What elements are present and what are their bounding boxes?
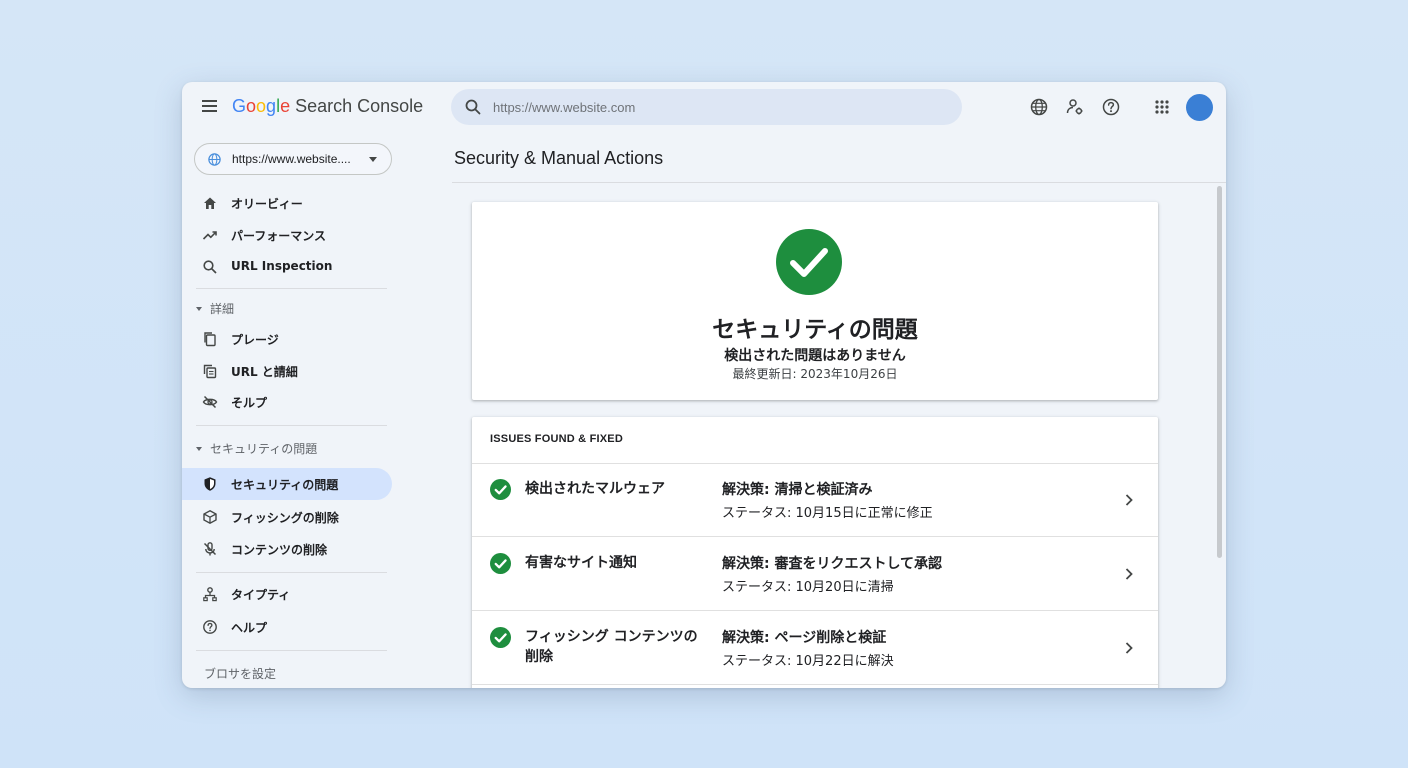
sidebar-divider (196, 572, 387, 573)
chevron-right-icon (1125, 568, 1133, 580)
section-title: セキュリティの問題 (210, 442, 318, 456)
issue-resolution: 解決策: 清掃と検証済み (722, 482, 873, 498)
hidden-icon (202, 395, 218, 409)
title-divider (452, 182, 1226, 183)
logo-letter: o (256, 96, 267, 116)
search-icon (203, 260, 217, 274)
trending-icon (202, 231, 217, 240)
shield-icon (204, 477, 216, 491)
chevron-right-icon (1125, 642, 1133, 654)
collapse-triangle-icon (196, 306, 202, 311)
main-menu-button[interactable] (200, 97, 220, 117)
app-window: Google Search Console https://www.websit… (182, 82, 1226, 688)
nav-item-type[interactable]: タイプティ (182, 578, 392, 610)
nav-item-pages[interactable]: プレージ (182, 323, 392, 355)
dropdown-caret-icon (369, 157, 377, 162)
nav-item-label: プレージ (231, 333, 279, 347)
page-title: Security & Manual Actions (454, 148, 664, 168)
nav-item-phishing-removal[interactable]: フィッシングの削除 (182, 501, 392, 533)
issue-resolution: 解決策: ページ削除と検証 (722, 630, 887, 646)
nav-item-label: コンテンツの削除 (231, 543, 328, 557)
hamburger-icon (202, 100, 217, 102)
status-subtitle: 検出された問題はありません (724, 348, 906, 364)
issues-card: ISSUES FOUND & FIXED 検出されたマルウェア 解決策: 清掃と… (472, 417, 1158, 688)
check-circle-icon (776, 229, 842, 295)
property-label: https://www.website.... (232, 152, 351, 166)
nav-item-url-details[interactable]: URL と請細 (182, 355, 392, 387)
globe-icon[interactable] (1029, 97, 1049, 117)
help-icon (203, 620, 217, 634)
sidebar-divider (196, 425, 387, 426)
logo-letter: e (280, 96, 291, 116)
mic-off-icon (203, 542, 217, 556)
check-circle-icon (490, 553, 511, 574)
issue-name: 有害なサイト通知 (525, 555, 637, 571)
search-icon (465, 99, 481, 115)
product-logo[interactable]: Google Search Console (232, 96, 423, 117)
nav-item-help[interactable]: ヘルプ (182, 611, 392, 643)
url-copy-icon (203, 364, 217, 379)
apps-grid-icon[interactable] (1152, 97, 1172, 117)
top-app-bar: Google Search Console (182, 82, 1226, 134)
issue-row[interactable]: 有害なサイト通知 解決策: 審査をリクエストして承認 ステータス: 10月20日… (472, 538, 1158, 611)
nav-item-overview[interactable]: オリービィー (182, 187, 392, 219)
nav-item-content-removal[interactable]: コンテンツの削除 (182, 533, 392, 565)
home-icon (204, 197, 216, 209)
nav-item-security-issues[interactable]: セキュリティの問題 (182, 468, 392, 500)
security-status-card: セキュリティの問題 検出された問題はありません 最終更新日: 2023年10月2… (472, 202, 1158, 400)
chevron-right-icon (1125, 494, 1133, 506)
check-circle-icon (490, 627, 511, 648)
search-input[interactable] (493, 89, 933, 125)
vertical-scrollbar[interactable] (1217, 186, 1222, 558)
issue-resolution: 解決策: 審査をリクエストして承認 (722, 556, 943, 572)
logo-letter: G (232, 96, 247, 116)
sidebar-divider (196, 288, 387, 289)
nav-item-hidden[interactable]: そルプ (182, 386, 392, 418)
nav-item-label: セキュリティの問題 (231, 478, 339, 492)
nav-item-label: URL Inspection (231, 259, 333, 273)
issue-status: ステータス: 10月20日に清掃 (722, 580, 894, 595)
nav-item-label: ヘルプ (231, 621, 268, 635)
issue-row[interactable]: フィッシング コンテンツの削除 解決策: ページ削除と検証 ステータス: 10月… (472, 612, 1158, 685)
logo-letter: o (246, 96, 257, 116)
issue-name: 検出されたマルウェア (525, 481, 665, 497)
collapse-triangle-icon (196, 446, 202, 451)
status-title: セキュリティの問題 (712, 317, 918, 343)
nav-item-label: そルプ (231, 396, 268, 410)
cube-icon (203, 510, 217, 524)
account-avatar[interactable] (1186, 94, 1213, 121)
check-circle-icon (490, 479, 511, 500)
property-selector[interactable]: https://www.website.... (194, 143, 392, 175)
nav-item-label: タイプティ (231, 588, 291, 602)
nav-item-label: オリービィー (231, 197, 303, 211)
issue-status: ステータス: 10月15日に正常に修正 (722, 506, 933, 521)
help-icon[interactable] (1101, 97, 1121, 117)
pages-icon (204, 332, 216, 347)
sidebar-divider (196, 650, 387, 651)
issue-name: フィッシング コンテンツの削除 (525, 629, 698, 665)
admin-settings-icon[interactable] (1065, 97, 1085, 117)
issue-status: ステータス: 10月22日に解決 (722, 654, 894, 669)
footer-settings-link[interactable]: ブロサを設定 (204, 665, 276, 682)
nav-item-label: フィッシングの削除 (231, 511, 339, 525)
search-bar[interactable] (451, 89, 962, 125)
section-title: 詳細 (210, 302, 235, 316)
section-header-security[interactable]: セキュリティの問題 (196, 440, 317, 457)
globe-icon (208, 153, 221, 166)
nav-item-label: URL と請細 (231, 365, 298, 379)
nav-item-performance[interactable]: パーフォーマンス (182, 219, 392, 251)
section-header-details[interactable]: 詳細 (196, 300, 234, 317)
issue-row[interactable]: 検出されたマルウェア 解決策: 清掃と検証済み ステータス: 10月15日に正常… (472, 464, 1158, 537)
nav-item-label: パーフォーマンス (231, 229, 327, 243)
last-updated-date: 最終更新日: 2023年10月26日 (732, 367, 898, 381)
person-tree-icon (203, 587, 217, 602)
issues-header: ISSUES FOUND & FIXED (490, 433, 623, 445)
logo-letter: g (266, 96, 277, 116)
nav-item-url-inspection[interactable]: URL Inspection (182, 251, 392, 283)
product-name: Search Console (295, 96, 424, 116)
